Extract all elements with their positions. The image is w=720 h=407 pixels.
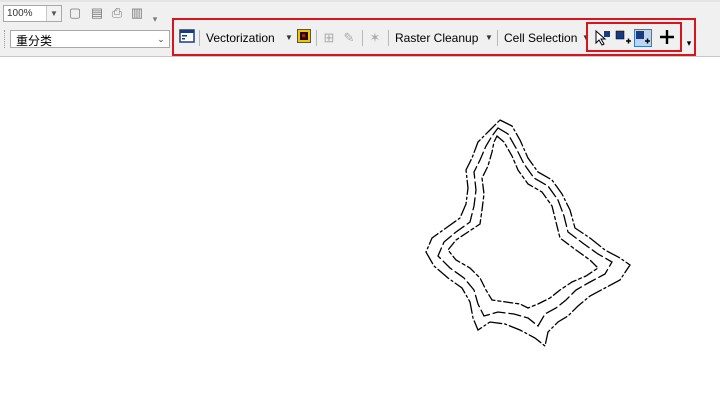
toolbar-area: 100% ▼ ▢ ▤ ⎙ ▥ ▾ 重分类 ⌄ Vectorization ▼ ⊞… <box>0 0 720 57</box>
vectorization-menu[interactable]: Vectorization <box>206 28 275 48</box>
zoom-value: 100% <box>7 8 33 19</box>
toolbar-options-icon[interactable]: ▾ <box>146 10 164 28</box>
chevron-down-icon[interactable]: ⌄ <box>155 31 167 47</box>
top-strip <box>0 0 720 2</box>
page-icon[interactable]: ▢ <box>66 4 84 22</box>
interactive-select-icon[interactable] <box>614 29 632 47</box>
chevron-down-icon[interactable]: ▼ <box>485 29 493 47</box>
separator <box>497 30 498 46</box>
generate-features-icon[interactable]: ⊞ <box>320 29 338 47</box>
print-icon[interactable]: ⎙ <box>108 4 126 22</box>
layer-value: 重分类 <box>16 34 53 48</box>
raster-cleanup-menu[interactable]: Raster Cleanup <box>395 28 478 48</box>
separator <box>362 30 363 46</box>
separator <box>199 30 200 46</box>
crosshair-icon[interactable] <box>658 29 676 47</box>
cell-selection-menu[interactable]: Cell Selection <box>504 28 577 48</box>
vectorization-settings-icon[interactable] <box>295 29 313 47</box>
layer-combo[interactable]: 重分类 ⌄ <box>10 30 170 48</box>
toolbar-options-icon[interactable]: ▾ <box>680 34 698 52</box>
separator <box>316 30 317 46</box>
separator <box>4 30 7 48</box>
chevron-down-icon[interactable]: ▼ <box>46 6 61 21</box>
page-layout-icon[interactable]: ▤ <box>88 4 106 22</box>
separator <box>388 30 389 46</box>
export-icon[interactable]: ▥ <box>128 4 146 22</box>
trace-icon[interactable]: ✶ <box>366 29 384 47</box>
select-connected-cells-icon[interactable] <box>594 29 612 47</box>
chevron-down-icon[interactable]: ▼ <box>285 29 293 47</box>
zoom-combo[interactable]: 100% ▼ <box>3 5 62 22</box>
pencil-icon[interactable]: ✎ <box>340 29 358 47</box>
raster-contour-lines <box>425 119 631 348</box>
add-selection-icon[interactable] <box>634 29 652 47</box>
raster-window-icon[interactable] <box>178 29 196 47</box>
